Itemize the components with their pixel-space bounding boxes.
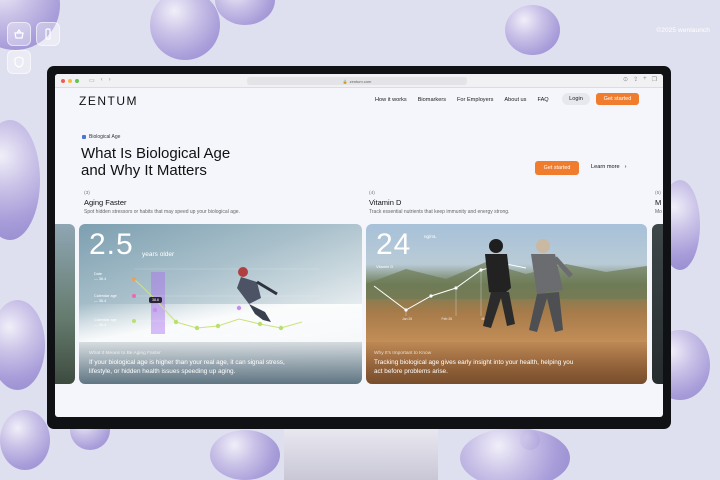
browser-toolbar: ▭ ‹ › 🔒 zentum.com ⊙ ⇪ + ❐ xyxy=(55,74,663,88)
basket-icon xyxy=(14,28,24,39)
legend-value: — 36.4 xyxy=(94,299,107,303)
nav-faq[interactable]: FAQ xyxy=(537,97,548,103)
chevron-right-icon: › xyxy=(624,164,627,170)
section-number: (5) xyxy=(655,191,661,196)
monitor: ▭ ‹ › 🔒 zentum.com ⊙ ⇪ + ❐ ZENTUM How it… xyxy=(47,66,671,429)
tag-label: Biological Age xyxy=(89,134,121,140)
legend-item: Calendar age — 36.4 xyxy=(94,318,117,328)
vitamin-d-unit: ng/mL xyxy=(424,234,437,239)
hero-title-line1: What Is Biological Age xyxy=(81,145,231,162)
legend-value: — 36.4 xyxy=(94,323,107,327)
header-get-started-button[interactable]: Get started xyxy=(596,93,639,105)
forward-icon[interactable]: › xyxy=(109,77,111,84)
browser-window: ▭ ‹ › 🔒 zentum.com ⊙ ⇪ + ❐ ZENTUM How it… xyxy=(55,74,663,417)
new-tab-icon[interactable]: + xyxy=(643,76,647,83)
tag-square-icon xyxy=(82,135,86,139)
legend-item: Calendar age — 36.4 xyxy=(94,294,117,304)
section-desc: Track essential nutrients that keep immu… xyxy=(369,209,510,215)
nav-for-employers[interactable]: For Employers xyxy=(457,97,493,103)
x-tick: Apr 26 xyxy=(223,334,234,338)
url-text: zentum.com xyxy=(349,78,372,84)
hero-title: What Is Biological Age and Why It Matter… xyxy=(81,145,301,179)
bottle-button[interactable] xyxy=(36,22,60,46)
aging-caption: What It Means to Be Aging Faster xyxy=(89,351,161,356)
x-tick: Jul 26 xyxy=(303,334,313,338)
section-title: Vitamin D xyxy=(369,198,402,207)
vitamin-d-series-label: Vitamin D xyxy=(376,264,394,269)
aging-faster-card[interactable]: 2.5 years older Date — 36.4 Calendar age… xyxy=(79,224,362,384)
back-icon[interactable]: ‹ xyxy=(101,77,103,84)
card-next-peek[interactable] xyxy=(652,224,663,384)
sidebar-icon[interactable]: ▭ xyxy=(89,77,95,84)
section-title: Aging Faster xyxy=(84,198,127,207)
address-bar[interactable]: 🔒 zentum.com xyxy=(247,77,467,85)
hero-title-line2: and Why It Matters xyxy=(81,162,207,179)
x-tick: Feb 26 xyxy=(441,317,453,321)
x-tick: Mar 26 xyxy=(196,334,208,338)
x-tick: Jun 26 xyxy=(277,334,288,338)
aging-value: 2.5 xyxy=(89,228,134,261)
minimize-dot[interactable] xyxy=(68,78,72,83)
card-prev-peek[interactable] xyxy=(55,224,75,384)
shield-button[interactable] xyxy=(7,50,31,74)
legend-item: Date — 36.4 xyxy=(94,272,106,282)
shield-icon xyxy=(14,56,24,68)
x-tick: May 26 xyxy=(249,334,261,338)
vitamin-d-caption: Why It's Important to Know xyxy=(374,351,432,356)
vitamin-d-body: Tracking biological age gives early insi… xyxy=(374,359,574,375)
share-icon[interactable]: ⇪ xyxy=(633,76,638,83)
x-tick: Feb 26 xyxy=(169,334,181,338)
section-desc: Spot hidden stressors or habits that may… xyxy=(84,209,240,215)
section-desc: Mo xyxy=(655,209,662,215)
learn-more-label: Learn more xyxy=(591,164,620,170)
section-number: (3) xyxy=(84,191,90,196)
section-tag: Biological Age xyxy=(82,134,120,140)
aging-unit: years older xyxy=(142,251,175,258)
monitor-stand xyxy=(284,428,438,480)
hero-get-started-button[interactable]: Get started xyxy=(535,161,579,175)
learn-more-link[interactable]: Learn more › xyxy=(591,164,626,170)
chart-tooltip: 38.6 xyxy=(149,297,162,303)
section-number: (4) xyxy=(369,191,375,196)
lock-icon: 🔒 xyxy=(342,78,348,84)
site-header: ZENTUM How it works Biomarkers For Emplo… xyxy=(55,88,663,112)
chart-x-axis: Jan 26 Feb 26 Mar 26 Apr 26 May 26 Jun 2… xyxy=(143,334,313,338)
download-icon[interactable]: ⊙ xyxy=(623,76,628,83)
runners-image xyxy=(483,239,573,332)
vitamin-d-card[interactable]: 24 ng/mL Vitamin D Jan 26 Feb 26 Mar 26 … xyxy=(366,224,647,384)
vitamin-d-value: 24 xyxy=(376,228,412,261)
copyright-text: ©2025 wenlaunch xyxy=(656,27,710,34)
site-logo[interactable]: ZENTUM xyxy=(79,94,138,108)
nav-how-it-works[interactable]: How it works xyxy=(375,97,407,103)
aging-body: If your biological age is higher than yo… xyxy=(89,359,285,375)
nav-biomarkers[interactable]: Biomarkers xyxy=(418,97,446,103)
skier-image xyxy=(237,267,278,322)
section-title: M xyxy=(655,198,662,207)
login-button[interactable]: Login xyxy=(562,93,590,105)
bottle-icon xyxy=(45,28,51,40)
zoom-dot[interactable] xyxy=(75,78,79,83)
x-tick: Jan 26 xyxy=(143,334,154,338)
tabs-icon[interactable]: ❐ xyxy=(652,76,657,83)
main-nav: How it works Biomarkers For Employers Ab… xyxy=(375,97,549,103)
nav-about-us[interactable]: About us xyxy=(504,97,526,103)
legend-value: — 36.4 xyxy=(94,277,107,281)
basket-button[interactable] xyxy=(7,22,31,46)
x-tick: Jan 26 xyxy=(402,317,413,321)
close-dot[interactable] xyxy=(61,78,65,83)
